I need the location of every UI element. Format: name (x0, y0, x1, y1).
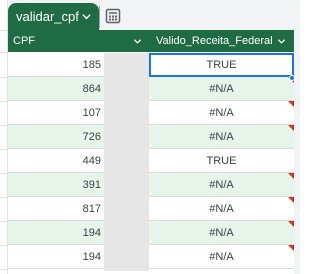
valid-cell[interactable]: #N/A (149, 197, 294, 221)
valid-cell[interactable]: #N/A (149, 173, 294, 197)
gutter-tick (0, 125, 8, 126)
valid-cell[interactable]: #N/A (149, 77, 294, 101)
valid-cell-selected[interactable]: TRUE (149, 53, 294, 77)
cpf-cell[interactable]: 726 (8, 125, 104, 149)
table-row[interactable]: 194 #N/A (8, 221, 294, 245)
table-header: CPF Valido_Receita_Federal (8, 30, 294, 52)
column-header-label: Valido_Receita_Federal (156, 35, 273, 47)
error-flag-icon[interactable] (288, 245, 294, 251)
table-row[interactable]: 726 #N/A (8, 125, 294, 149)
error-flag-icon[interactable] (288, 221, 294, 227)
table-toolbar: validar_cpf (8, 0, 300, 30)
toolbar-divider (99, 6, 100, 28)
column-header-cpf[interactable]: CPF (8, 30, 149, 52)
valid-cell[interactable]: #N/A (149, 245, 294, 269)
table-name-tab[interactable]: validar_cpf (8, 3, 99, 30)
selection-fill-handle[interactable] (289, 75, 295, 81)
cpf-cell[interactable]: 449 (8, 149, 104, 173)
gutter-tick (0, 101, 8, 102)
table-name-label: validar_cpf (16, 9, 79, 24)
cpf-cell[interactable]: 185 (8, 53, 104, 77)
gutter-tick (0, 221, 8, 222)
calculator-icon[interactable] (104, 7, 122, 25)
valid-cell[interactable]: #N/A (149, 125, 294, 149)
cpf-cell[interactable]: 194 (8, 245, 104, 269)
gutter-tick (0, 149, 8, 150)
redaction-overlay (104, 53, 149, 271)
gutter-tick (0, 197, 8, 198)
cpf-cell[interactable]: 864 (8, 77, 104, 101)
chevron-down-icon[interactable] (81, 11, 92, 22)
chevron-down-icon[interactable] (133, 37, 142, 46)
error-flag-icon[interactable] (288, 197, 294, 203)
table-row[interactable]: 107 #N/A (8, 101, 294, 125)
row-gutter (0, 0, 8, 274)
gutter-tick (0, 30, 8, 31)
column-header-label: CPF (13, 35, 35, 47)
cpf-cell[interactable]: 391 (8, 173, 104, 197)
table-row[interactable]: 449 TRUE (8, 149, 294, 173)
error-flag-icon[interactable] (288, 173, 294, 179)
chevron-down-icon[interactable] (277, 37, 286, 46)
table-row[interactable]: 185 TRUE (8, 53, 294, 77)
table-row[interactable]: 817 #N/A (8, 197, 294, 221)
table-row[interactable]: 194 #N/A (8, 245, 294, 269)
table-row[interactable]: 391 #N/A (8, 173, 294, 197)
column-header-valido-receita-federal[interactable]: Valido_Receita_Federal (149, 30, 294, 52)
gutter-tick (0, 269, 8, 270)
gutter-tick (0, 77, 8, 78)
valid-cell[interactable]: #N/A (149, 221, 294, 245)
cpf-cell[interactable]: 107 (8, 101, 104, 125)
cpf-cell[interactable]: 817 (8, 197, 104, 221)
gutter-tick (0, 245, 8, 246)
valid-cell[interactable]: #N/A (149, 101, 294, 125)
scrollbar-track[interactable] (294, 30, 300, 274)
gutter-tick (0, 52, 8, 53)
cpf-cell[interactable]: 194 (8, 221, 104, 245)
gutter-tick (0, 173, 8, 174)
error-flag-icon[interactable] (288, 101, 294, 107)
valid-cell[interactable]: TRUE (149, 149, 294, 173)
table-row[interactable]: 864 #N/A (8, 77, 294, 101)
error-flag-icon[interactable] (288, 125, 294, 131)
